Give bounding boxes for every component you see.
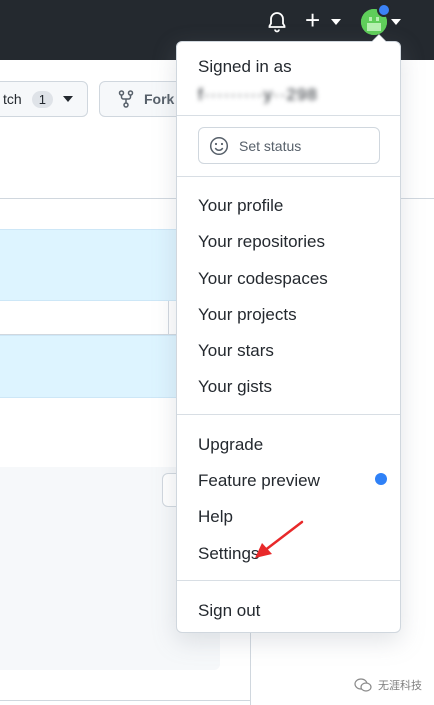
- divider: [177, 176, 400, 177]
- username: f·········y··298: [198, 85, 318, 104]
- fork-label: Fork: [144, 91, 175, 107]
- divider: [168, 301, 169, 335]
- watermark: 无涯科技: [354, 677, 422, 693]
- menu-item-your-profile[interactable]: Your profile: [198, 196, 283, 216]
- watch-count-badge: 1: [31, 90, 53, 108]
- wechat-icon: [354, 678, 372, 692]
- signed-in-label: Signed in as: [198, 57, 292, 76]
- divider: [177, 115, 400, 116]
- dropdown-caret-fill: [372, 35, 386, 42]
- set-status-label: Set status: [239, 137, 302, 154]
- bell-icon[interactable]: [265, 10, 289, 34]
- plus-icon[interactable]: +: [305, 7, 329, 33]
- menu-item-your-codespaces[interactable]: Your codespaces: [198, 269, 328, 289]
- menu-item-help[interactable]: Help: [198, 507, 233, 527]
- watch-button[interactable]: tch 1: [0, 81, 88, 117]
- divider: [177, 580, 400, 581]
- annotation-arrow-icon: [255, 520, 304, 558]
- chevron-down-icon[interactable]: [331, 19, 341, 25]
- menu-item-your-projects[interactable]: Your projects: [198, 305, 297, 325]
- menu-item-feature-preview[interactable]: Feature preview: [198, 471, 320, 491]
- divider: [177, 414, 400, 415]
- divider: [0, 700, 250, 701]
- menu-item-sign-out[interactable]: Sign out: [198, 601, 260, 621]
- fork-icon: [118, 90, 134, 108]
- chevron-down-icon[interactable]: [391, 19, 401, 25]
- menu-item-your-gists[interactable]: Your gists: [198, 377, 272, 397]
- watermark-text: 无涯科技: [378, 680, 422, 692]
- new-feature-dot: [375, 473, 387, 485]
- smiley-icon: [209, 136, 229, 155]
- menu-item-your-repositories[interactable]: Your repositories: [198, 232, 325, 252]
- status-dot: [377, 3, 391, 17]
- set-status-button[interactable]: Set status: [198, 127, 380, 164]
- menu-item-settings[interactable]: Settings: [198, 544, 259, 564]
- menu-item-your-stars[interactable]: Your stars: [198, 341, 274, 361]
- chevron-down-icon: [62, 96, 73, 102]
- menu-item-upgrade[interactable]: Upgrade: [198, 435, 263, 455]
- watch-label: tch: [3, 91, 22, 107]
